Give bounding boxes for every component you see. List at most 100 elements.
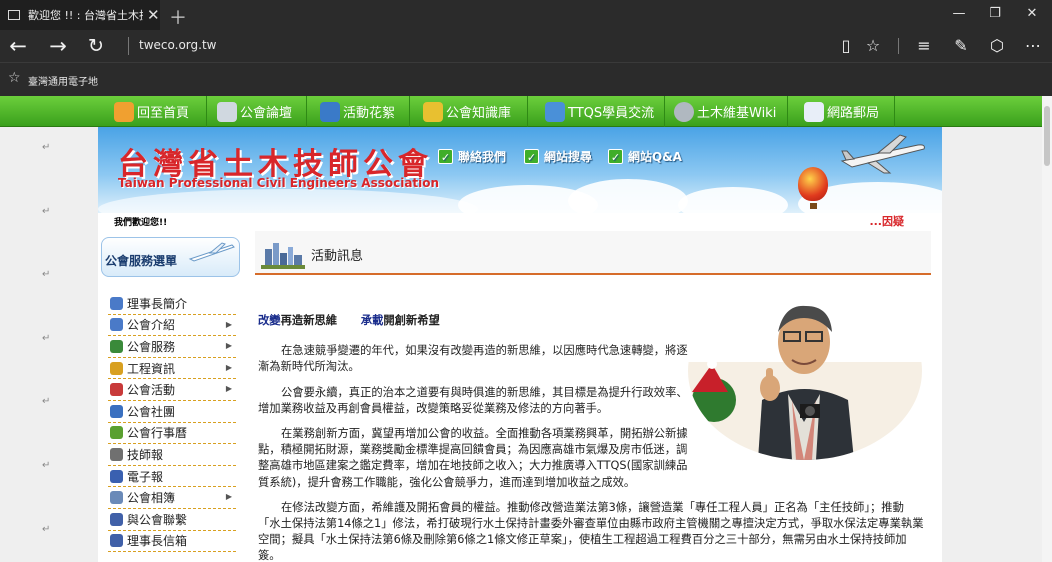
article-paragraph: 在業務創新方面，冀望再增加公會的收益。全面推動各項業務興革，開拓辦公新據點，積極… bbox=[258, 427, 688, 489]
check-icon: ✓ bbox=[524, 149, 539, 164]
tools-icon bbox=[110, 361, 123, 375]
menu-item-calendar[interactable]: 公會行事曆 bbox=[108, 423, 236, 445]
submenu-arrow-icon: ▶ bbox=[225, 492, 232, 502]
menu-label: 公會社團 bbox=[127, 404, 176, 419]
lead-keyword: 承載 bbox=[360, 314, 384, 327]
album-icon bbox=[110, 491, 123, 505]
monitor-icon bbox=[545, 101, 565, 122]
article-paragraph: 在修法改變方面，希維護及開拓會員的權益。推動修改營造業法第3條，讓營造業「專任工… bbox=[258, 500, 924, 562]
restore-icon[interactable]: ❐ bbox=[985, 6, 1005, 21]
content-heading: 活動訊息 bbox=[311, 249, 364, 264]
newsletter-icon bbox=[110, 469, 123, 483]
chat-icon bbox=[217, 101, 237, 122]
address-bar[interactable]: tweco.org.tw bbox=[139, 38, 216, 52]
menu-label: 理事長簡介 bbox=[127, 296, 188, 311]
cloud-shape bbox=[678, 187, 788, 213]
site-banner: 台灣省土木技師公會 Taiwan Professional Civil Engi… bbox=[98, 127, 942, 213]
nav-home[interactable]: 回至首頁 bbox=[112, 96, 207, 127]
menu-item-chairman[interactable]: 理事長簡介 bbox=[108, 293, 236, 315]
menu-label: 公會行事曆 bbox=[127, 426, 188, 441]
news-ticker[interactable]: ...因疑 bbox=[869, 213, 904, 229]
share-icon[interactable]: ⬡ bbox=[986, 35, 1008, 57]
menu-label: 技師報 bbox=[127, 447, 164, 462]
back-icon[interactable]: ← bbox=[6, 33, 30, 59]
nav-label: 回至首頁 bbox=[137, 106, 190, 121]
page-scrollbar[interactable] bbox=[1042, 96, 1052, 562]
article-paragraph: 公會要永續，真正的治本之道要有與時俱進的新思維，其目標是為提升行政效率、增加業務… bbox=[258, 385, 688, 415]
tab-close-icon[interactable]: ✕ bbox=[147, 6, 160, 24]
pilcrow-mark: ↵ bbox=[42, 524, 51, 535]
link-label: 聯絡我們 bbox=[458, 150, 507, 164]
pilcrow-mark: ↵ bbox=[42, 206, 51, 217]
reading-view-icon[interactable]: ▯ bbox=[835, 35, 857, 57]
contact-link[interactable]: ✓ 聯絡我們 bbox=[438, 148, 506, 165]
window-close-icon[interactable]: ✕ bbox=[1022, 6, 1042, 21]
cloud-shape bbox=[98, 189, 478, 213]
search-link[interactable]: ✓ 網站搜尋 bbox=[524, 148, 592, 165]
tab-title: 歡迎您 !! : 台灣省土木技 bbox=[28, 9, 143, 22]
pilcrow-mark: ↵ bbox=[42, 460, 51, 471]
airplane-icon bbox=[188, 242, 235, 262]
lead-text: 開創新希望 bbox=[383, 314, 440, 327]
title-bar: 歡迎您 !! : 台灣省土木技 ✕ ＋ — ❐ ✕ bbox=[0, 0, 1052, 30]
menu-label: 與公會聯繫 bbox=[127, 512, 188, 527]
menu-item-activities[interactable]: 公會活動 ▶ bbox=[108, 379, 236, 401]
web-note-icon[interactable]: ✎ bbox=[950, 35, 972, 57]
article-paragraph: 在急速競爭變遷的年代，如果沒有改變再造的新思維，以因應時代急速轉變，將逐漸為新時… bbox=[258, 344, 688, 374]
menu-item-contact[interactable]: 與公會聯繫 bbox=[108, 509, 236, 531]
check-icon: ✓ bbox=[608, 149, 623, 164]
menu-label: 電子報 bbox=[127, 469, 164, 484]
qa-link[interactable]: ✓ 網站Q&A bbox=[608, 148, 682, 165]
mail-icon bbox=[110, 534, 123, 548]
user-icon bbox=[110, 296, 123, 310]
favorite-link[interactable]: 臺灣通用電子地 bbox=[28, 73, 98, 88]
menu-label: 工程資訊 bbox=[127, 361, 176, 376]
content-header: 活動訊息 bbox=[255, 231, 931, 275]
more-icon[interactable]: ⋯ bbox=[1022, 35, 1044, 57]
service-menu-title: 公會服務選單 bbox=[105, 254, 178, 268]
browser-tab[interactable]: 歡迎您 !! : 台灣省土木技 ✕ bbox=[0, 0, 160, 30]
nav-wiki[interactable]: 土木維基Wiki bbox=[672, 96, 788, 127]
nav-knowledge[interactable]: 公會知識庫 bbox=[421, 96, 528, 127]
favorite-star-icon: ☆ bbox=[8, 70, 21, 86]
nav-events[interactable]: 活動花絮 bbox=[318, 96, 410, 127]
menu-item-enewsletter[interactable]: 電子報 bbox=[108, 466, 236, 488]
mail-icon bbox=[804, 101, 824, 122]
menu-item-clubs[interactable]: 公會社團 bbox=[108, 401, 236, 423]
menu-item-services[interactable]: 公會服務 ▶ bbox=[108, 336, 236, 358]
nav-forum[interactable]: 公會論壇 bbox=[215, 96, 307, 127]
note-icon bbox=[110, 447, 123, 461]
nav-mail[interactable]: 網路郵局 bbox=[802, 96, 895, 127]
menu-item-mailbox[interactable]: 理事長信箱 bbox=[108, 531, 236, 553]
article-body: 改變再造新思維 承載開創新希望 在急速競爭變遷的年代，如果沒有改變再造的新思維，… bbox=[258, 313, 924, 562]
refresh-icon[interactable]: ↻ bbox=[84, 33, 108, 59]
nav-ttqs[interactable]: TTQS學員交流 bbox=[543, 96, 665, 127]
site-nav-bar: 回至首頁 公會論壇 活動花絮 公會知識庫 TTQS學員交流 土木維基Wiki 網… bbox=[0, 96, 1042, 127]
menu-item-engineering[interactable]: 工程資訊 ▶ bbox=[108, 358, 236, 380]
menu-label: 公會服務 bbox=[127, 339, 176, 354]
service-menu: 理事長簡介 公會介紹 ▶ 公會服務 ▶ 工程資訊 ▶ 公會活動 ▶ 公會社團 公… bbox=[108, 293, 236, 553]
nav-label: 公會論壇 bbox=[240, 106, 293, 121]
link-label: 網站Q&A bbox=[628, 150, 682, 164]
city-skyline-icon bbox=[261, 243, 305, 269]
minimize-icon[interactable]: — bbox=[949, 6, 969, 21]
forward-icon[interactable]: → bbox=[46, 33, 70, 59]
group-icon bbox=[110, 404, 123, 418]
new-tab-icon[interactable]: ＋ bbox=[169, 4, 187, 30]
favorite-star-icon[interactable]: ☆ bbox=[862, 35, 884, 57]
menu-item-album[interactable]: 公會相簿 ▶ bbox=[108, 487, 236, 509]
submenu-arrow-icon: ▶ bbox=[225, 362, 232, 372]
menu-item-journal[interactable]: 技師報 bbox=[108, 444, 236, 466]
content-divider bbox=[255, 273, 931, 275]
tab-page-icon bbox=[8, 10, 20, 20]
lead-text: 再造新思維 bbox=[280, 314, 338, 327]
menu-item-about[interactable]: 公會介紹 ▶ bbox=[108, 315, 236, 337]
people-icon bbox=[110, 339, 123, 353]
menu-label: 公會介紹 bbox=[127, 318, 176, 333]
calendar-icon bbox=[110, 426, 123, 440]
scrollbar-thumb[interactable] bbox=[1044, 106, 1050, 166]
address-separator bbox=[128, 37, 129, 55]
submenu-arrow-icon: ▶ bbox=[225, 384, 232, 394]
mail-icon bbox=[110, 512, 123, 526]
hub-icon[interactable]: ≡ bbox=[913, 35, 935, 57]
